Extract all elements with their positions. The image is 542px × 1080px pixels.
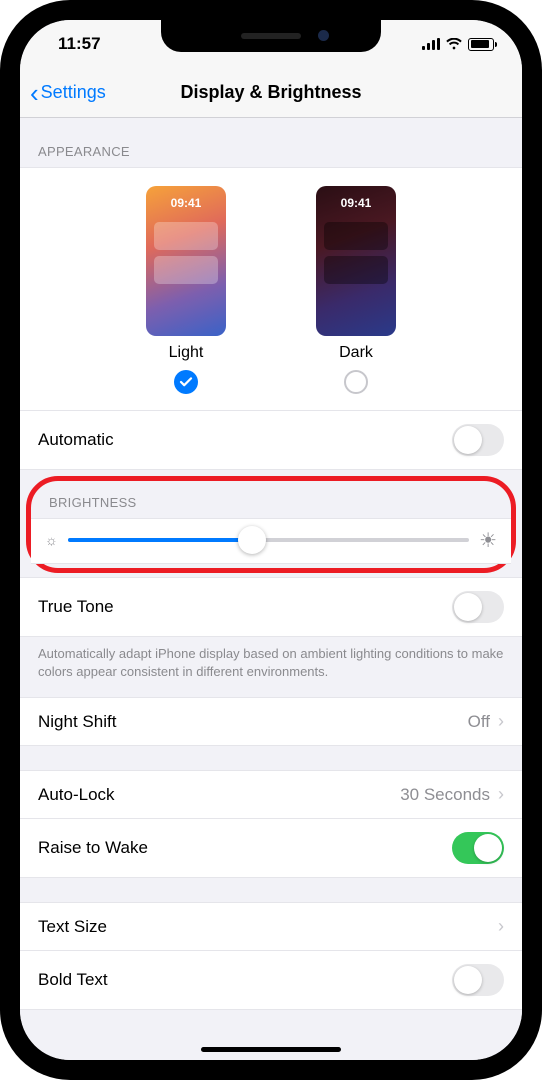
speaker (241, 33, 301, 39)
appearance-light-option[interactable]: 09:41 Light (146, 186, 226, 394)
sun-large-icon: ☀ (479, 528, 497, 553)
text-size-row[interactable]: Text Size › (20, 903, 522, 950)
chevron-right-icon: › (498, 916, 504, 937)
page-title: Display & Brightness (180, 82, 361, 103)
automatic-label: Automatic (38, 430, 114, 450)
raise-to-wake-label: Raise to Wake (38, 838, 148, 858)
text-size-label: Text Size (38, 917, 107, 937)
dark-preview: 09:41 (316, 186, 396, 336)
text-section: Text Size › Bold Text (20, 902, 522, 1010)
battery-icon (468, 38, 494, 51)
brightness-slider[interactable] (68, 525, 469, 555)
nav-bar: ‹ Settings Display & Brightness (20, 68, 522, 118)
chevron-right-icon: › (498, 784, 504, 805)
night-shift-section: Night Shift Off › (20, 697, 522, 746)
home-indicator[interactable] (201, 1047, 341, 1052)
front-camera (318, 30, 329, 41)
device-frame: 11:57 ‹ Settings Display & Brightness AP… (0, 0, 542, 1080)
dark-radio[interactable] (344, 370, 368, 394)
raise-to-wake-switch[interactable] (452, 832, 504, 864)
brightness-highlight: BRIGHTNESS ☼ ☀ (26, 476, 516, 573)
automatic-row: Automatic (20, 410, 522, 469)
status-time: 11:57 (58, 34, 101, 54)
lock-section: Auto-Lock 30 Seconds › Raise to Wake (20, 770, 522, 878)
brightness-header: BRIGHTNESS (31, 481, 511, 518)
true-tone-switch[interactable] (452, 591, 504, 623)
auto-lock-value: 30 Seconds (400, 785, 490, 805)
bold-text-switch[interactable] (452, 964, 504, 996)
brightness-slider-row: ☼ ☀ (31, 518, 511, 564)
light-radio[interactable] (174, 370, 198, 394)
chevron-left-icon: ‹ (30, 80, 39, 106)
true-tone-section: True Tone (20, 577, 522, 637)
check-icon (179, 375, 193, 389)
dark-label: Dark (339, 344, 373, 362)
appearance-dark-option[interactable]: 09:41 Dark (316, 186, 396, 394)
night-shift-row[interactable]: Night Shift Off › (20, 698, 522, 745)
auto-lock-row[interactable]: Auto-Lock 30 Seconds › (20, 771, 522, 818)
automatic-switch[interactable] (452, 424, 504, 456)
back-label: Settings (41, 82, 106, 103)
raise-to-wake-row: Raise to Wake (20, 818, 522, 877)
wifi-icon (446, 38, 462, 50)
chevron-right-icon: › (498, 711, 504, 732)
sun-small-icon: ☼ (45, 532, 58, 548)
night-shift-label: Night Shift (38, 712, 116, 732)
true-tone-description: Automatically adapt iPhone display based… (20, 637, 522, 697)
appearance-header: APPEARANCE (20, 118, 522, 167)
screen: 11:57 ‹ Settings Display & Brightness AP… (20, 20, 522, 1060)
bold-text-label: Bold Text (38, 970, 108, 990)
light-label: Light (169, 344, 204, 362)
bold-text-row: Bold Text (20, 950, 522, 1009)
back-button[interactable]: ‹ Settings (20, 80, 106, 106)
auto-lock-label: Auto-Lock (38, 785, 115, 805)
cellular-icon (422, 38, 440, 50)
notch (161, 20, 381, 52)
content-scroll[interactable]: APPEARANCE 09:41 Light (20, 118, 522, 1060)
true-tone-label: True Tone (38, 597, 114, 617)
appearance-section: 09:41 Light 09:41 (20, 167, 522, 470)
night-shift-value: Off (468, 712, 490, 732)
status-indicators (422, 38, 494, 51)
light-preview: 09:41 (146, 186, 226, 336)
true-tone-row: True Tone (20, 578, 522, 636)
